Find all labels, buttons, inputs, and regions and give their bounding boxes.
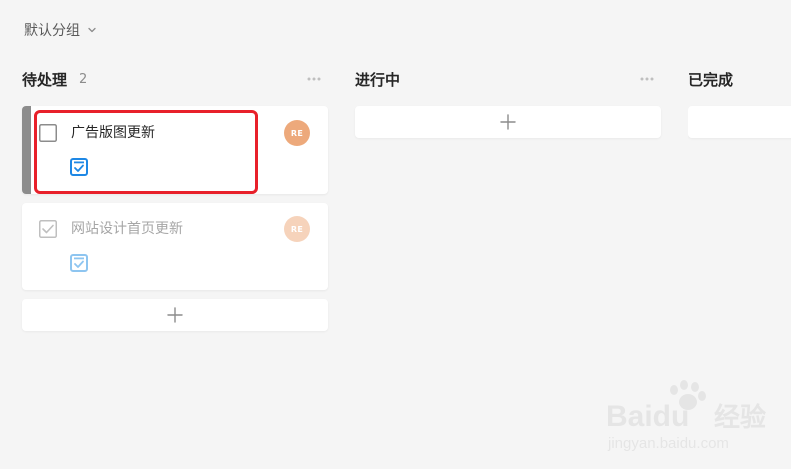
add-task-button[interactable] — [22, 299, 328, 331]
column-title: 进行中 — [355, 70, 401, 89]
column-title: 待处理 — [22, 70, 68, 89]
kanban-column-done: 已完成 — [688, 0, 791, 469]
task-checkbox[interactable] — [39, 124, 57, 142]
column-header: 进行中 — [355, 67, 661, 91]
assignee-avatar[interactable]: RE — [284, 120, 310, 146]
task-title[interactable]: 网站设计首页更新 — [71, 220, 183, 238]
assignee-avatar[interactable]: RE — [284, 216, 310, 242]
task-card[interactable]: 网站设计首页更新 RE — [22, 203, 328, 290]
subtask-icon[interactable] — [70, 254, 88, 272]
more-icon[interactable] — [306, 73, 322, 85]
card-accent-bar — [22, 106, 31, 194]
plus-icon — [500, 114, 516, 130]
kanban-column-todo: 待处理 2 广告版图更新 RE 网站设计首页更新 RE — [22, 0, 328, 469]
completed-checkbox-icon[interactable] — [39, 220, 57, 238]
plus-icon — [167, 307, 183, 323]
kanban-column-in-progress: 进行中 — [355, 0, 661, 469]
task-card[interactable]: 广告版图更新 RE — [22, 106, 328, 194]
more-icon[interactable] — [639, 73, 655, 85]
subtask-icon[interactable] — [70, 158, 88, 176]
column-title: 已完成 — [688, 70, 734, 89]
add-task-button[interactable] — [688, 106, 791, 138]
column-header: 待处理 2 — [22, 67, 328, 91]
task-title[interactable]: 广告版图更新 — [71, 124, 155, 142]
add-task-button[interactable] — [355, 106, 661, 138]
column-header: 已完成 — [688, 67, 791, 91]
column-task-count: 2 — [79, 71, 88, 87]
